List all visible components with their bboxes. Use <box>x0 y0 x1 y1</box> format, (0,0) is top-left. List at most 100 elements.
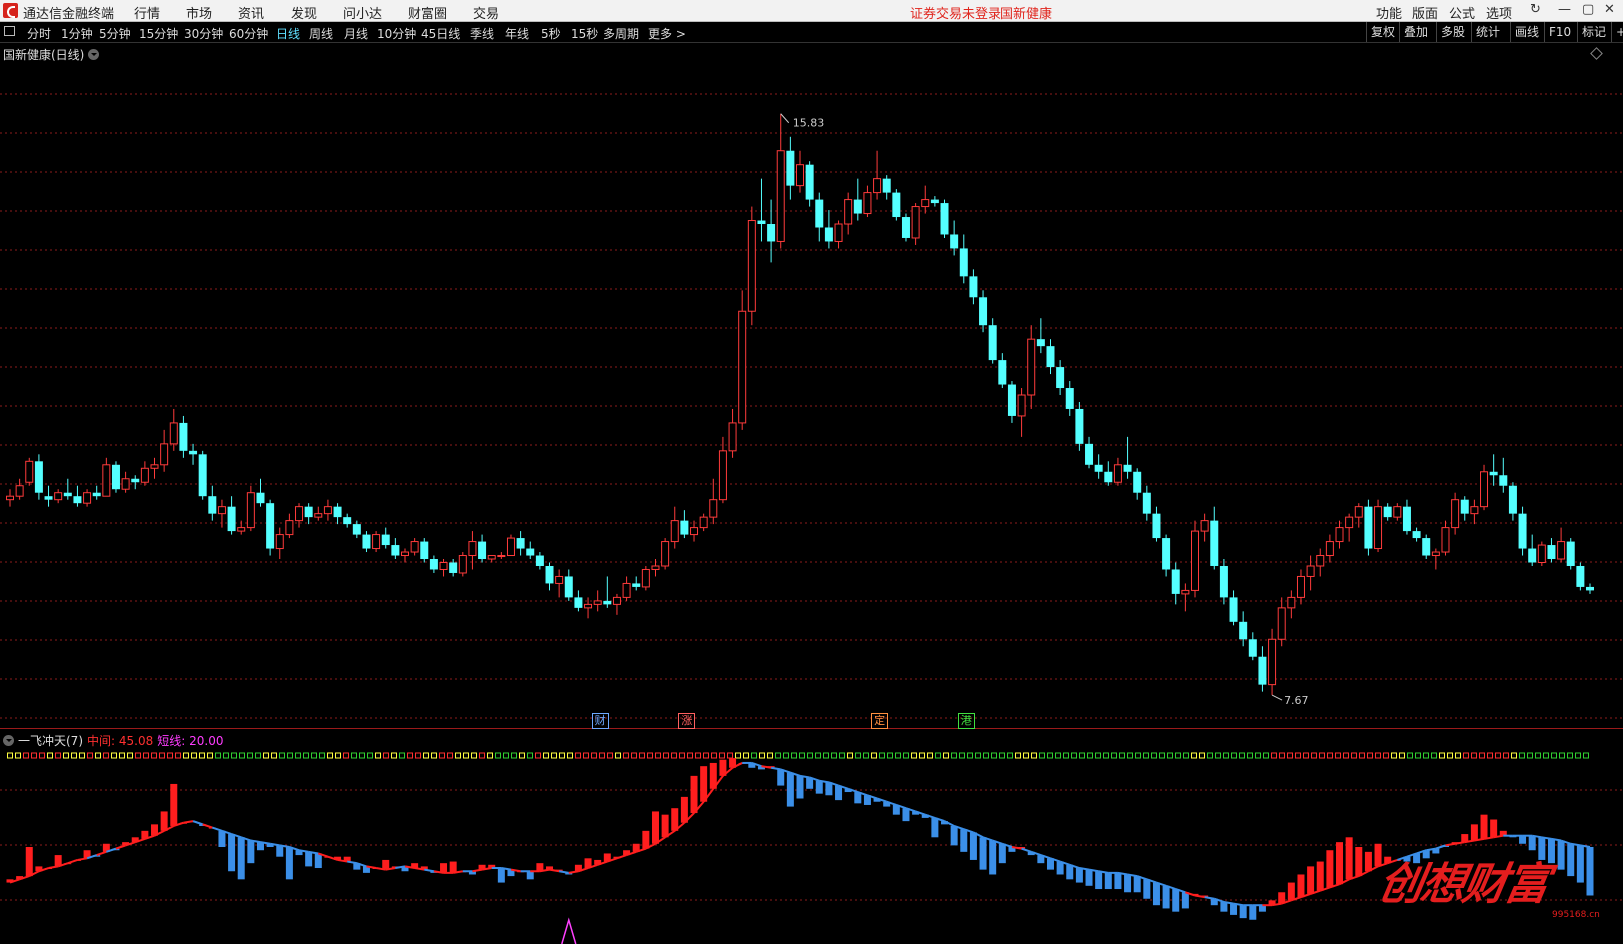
timeframe-8[interactable]: 月线 <box>344 25 368 42</box>
menu-jiaoyi[interactable]: 交易 <box>473 3 499 22</box>
menu-gongneng[interactable]: 功能 <box>1376 3 1402 22</box>
candle-body <box>1152 513 1161 539</box>
signal-square <box>959 752 965 759</box>
timeframe-1[interactable]: 1分钟 <box>61 25 93 42</box>
timeframe-4[interactable]: 30分钟 <box>184 25 223 42</box>
signal-square <box>831 752 837 759</box>
signal-square <box>15 752 21 759</box>
event-marker-2[interactable]: 定 <box>871 713 889 729</box>
chevron-down-icon[interactable] <box>3 735 14 746</box>
event-marker-1[interactable]: 涨 <box>678 713 696 729</box>
candle <box>44 485 53 507</box>
timeframe-5[interactable]: 60分钟 <box>229 25 268 42</box>
menu-zixun[interactable]: 资讯 <box>238 3 264 22</box>
chart-tool-4[interactable]: 画线 <box>1510 22 1543 42</box>
close-icon[interactable]: ✕ <box>1604 2 1615 17</box>
candle-body <box>160 443 169 466</box>
timeframe-16[interactable]: 更多 > <box>648 25 686 42</box>
candle <box>217 499 226 528</box>
timeframe-2[interactable]: 5分钟 <box>99 25 131 42</box>
candle <box>718 436 727 504</box>
candlestick-chart[interactable]: 15.83 7.67 <box>0 60 1623 730</box>
signal-square <box>1455 752 1461 759</box>
candle-body <box>545 565 554 584</box>
timeframe-11[interactable]: 季线 <box>470 25 494 42</box>
maximize-icon[interactable]: ▢ <box>1582 2 1594 17</box>
timeframe-15[interactable]: 多周期 <box>603 25 639 42</box>
candle <box>1441 520 1450 556</box>
timeframe-0[interactable]: 分时 <box>27 25 51 42</box>
menu-wenxiaoda[interactable]: 问小达 <box>343 3 382 22</box>
minimize-icon[interactable]: — <box>1558 2 1571 17</box>
chevron-down-icon[interactable] <box>88 49 100 60</box>
indicator-bar <box>25 847 33 877</box>
signal-square <box>31 752 37 759</box>
menu-gongshi[interactable]: 公式 <box>1449 3 1475 22</box>
candle-body <box>844 199 853 225</box>
candle <box>121 471 130 493</box>
timeframe-14[interactable]: 15秒 <box>571 25 598 42</box>
indicator-bar <box>796 775 804 799</box>
signal-square <box>583 752 589 759</box>
candle <box>1248 632 1257 661</box>
timeframe-7[interactable]: 周线 <box>309 25 333 42</box>
candle-body <box>805 164 814 200</box>
candle-body <box>237 527 246 532</box>
chart-tool-3[interactable]: 统计 <box>1471 22 1504 42</box>
signal-square <box>1263 752 1269 759</box>
signal-square <box>495 752 501 759</box>
timeframe-3[interactable]: 15分钟 <box>139 25 178 42</box>
candle-body <box>969 276 978 298</box>
candle <box>998 353 1007 389</box>
chart-tool-5[interactable]: F10 <box>1544 22 1575 42</box>
indicator-bar <box>1220 901 1228 912</box>
sidebar-toggle-icon[interactable] <box>4 26 15 36</box>
candle-body <box>1268 638 1277 686</box>
candle <box>1171 562 1180 605</box>
candle <box>25 457 34 486</box>
indicator-bar <box>247 840 255 864</box>
candle-body <box>1393 506 1402 518</box>
menu-xuanxiang[interactable]: 选项 <box>1486 3 1512 22</box>
menu-faxian[interactable]: 发现 <box>291 3 317 22</box>
timeframe-13[interactable]: 5秒 <box>541 25 561 42</box>
indicator-chart[interactable] <box>0 750 1623 944</box>
refresh-icon[interactable]: ↻ <box>1530 2 1541 17</box>
indicator-line-segment <box>96 850 107 857</box>
candle-body <box>1364 506 1373 549</box>
current-stock-name[interactable]: 国新健康 <box>1000 3 1052 22</box>
chart-tool-1[interactable]: 叠加 <box>1399 22 1432 42</box>
candle-body <box>362 534 371 549</box>
timeframe-12[interactable]: 年线 <box>505 25 529 42</box>
timeframe-6[interactable]: 日线 <box>276 25 300 42</box>
indicator-bar <box>931 817 939 838</box>
candle-body <box>208 496 217 514</box>
candle-body <box>1113 464 1122 483</box>
menu-hangqing[interactable]: 行情 <box>134 3 160 22</box>
candle <box>1065 381 1074 416</box>
chart-tool-6[interactable]: 标记 <box>1577 22 1610 42</box>
candle-body <box>1354 506 1363 518</box>
event-marker-0[interactable]: 财 <box>591 713 609 729</box>
indicator-line-segment <box>424 868 435 873</box>
candle-body <box>304 506 313 518</box>
diamond-icon[interactable] <box>1590 47 1603 60</box>
candle-body <box>1056 367 1065 389</box>
candle-body <box>1094 464 1103 472</box>
signal-square <box>775 752 781 759</box>
menu-shichang[interactable]: 市场 <box>186 3 212 22</box>
timeframe-10[interactable]: 45日线 <box>421 25 460 42</box>
chart-tool-2[interactable]: 多股 <box>1436 22 1469 42</box>
menu-banmian[interactable]: 版面 <box>1412 3 1438 22</box>
indicator-bar <box>979 837 987 870</box>
signal-square <box>439 752 445 759</box>
menu-caifuquan[interactable]: 财富圈 <box>408 3 447 22</box>
candle <box>304 503 313 525</box>
chart-tool-0[interactable]: 复权 <box>1366 22 1399 42</box>
login-notice[interactable]: 证券交易未登录 <box>910 3 1001 22</box>
chart-tool-7[interactable]: + <box>1611 22 1623 42</box>
event-marker-3[interactable]: 港 <box>957 713 975 729</box>
timeframe-9[interactable]: 10分钟 <box>377 25 416 42</box>
candle <box>458 552 467 577</box>
low-price-label: 7.67 <box>1284 694 1309 707</box>
